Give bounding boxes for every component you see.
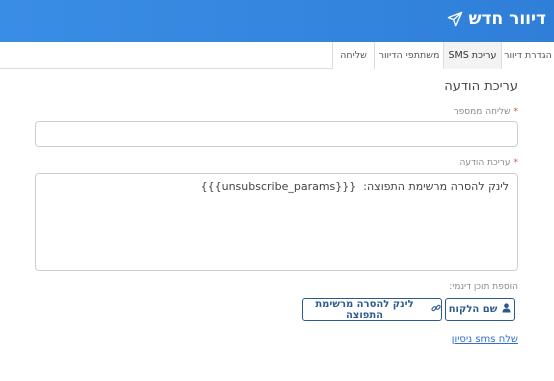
page-title: דיוור חדש xyxy=(468,9,546,29)
required-mark: * xyxy=(513,107,519,117)
tab-campaign-settings[interactable]: הגדרת דיוור xyxy=(501,42,554,69)
section-title: עריכת הודעה xyxy=(444,79,518,94)
tabs-bar: הגדרת דיוור עריכת SMS משתתפי הדיוור שליח… xyxy=(0,42,554,69)
insert-unsubscribe-link-label: לינק להסרה מרשימת התפוצה xyxy=(315,298,414,321)
link-icon xyxy=(431,303,441,316)
insert-customer-name-button[interactable]: שם הלקוח xyxy=(445,298,515,321)
tab-send[interactable]: שליחה xyxy=(332,42,374,69)
required-mark: * xyxy=(513,158,519,168)
tab-edit-sms[interactable]: עריכת SMS xyxy=(443,42,501,69)
insert-unsubscribe-link-button[interactable]: לינק להסרה מרשימת התפוצה xyxy=(302,298,442,321)
message-label-text: עריכת הודעה xyxy=(459,158,511,168)
app-header: דיוור חדש xyxy=(0,0,554,42)
paper-plane-icon xyxy=(447,11,462,27)
sender-label: *שליחה ממספר xyxy=(454,107,518,117)
insert-customer-name-label: שם הלקוח xyxy=(448,304,498,315)
sender-label-text: שליחה ממספר xyxy=(453,107,511,117)
sender-number-input[interactable] xyxy=(35,121,518,147)
dynamic-content-label: הוספת תוכן דינמי: xyxy=(449,282,518,292)
message-textarea[interactable]: לינק להסרה מרשימת התפוצה: {{{unsubscribe… xyxy=(35,173,518,271)
tab-participants[interactable]: משתתפי הדיוור xyxy=(374,42,443,69)
send-test-sms-link[interactable]: שלח sms ניסיון xyxy=(452,334,518,345)
user-icon xyxy=(502,303,511,316)
message-label: *עריכת הודעה xyxy=(459,158,518,168)
header-title-group: דיוור חדש xyxy=(447,9,546,29)
